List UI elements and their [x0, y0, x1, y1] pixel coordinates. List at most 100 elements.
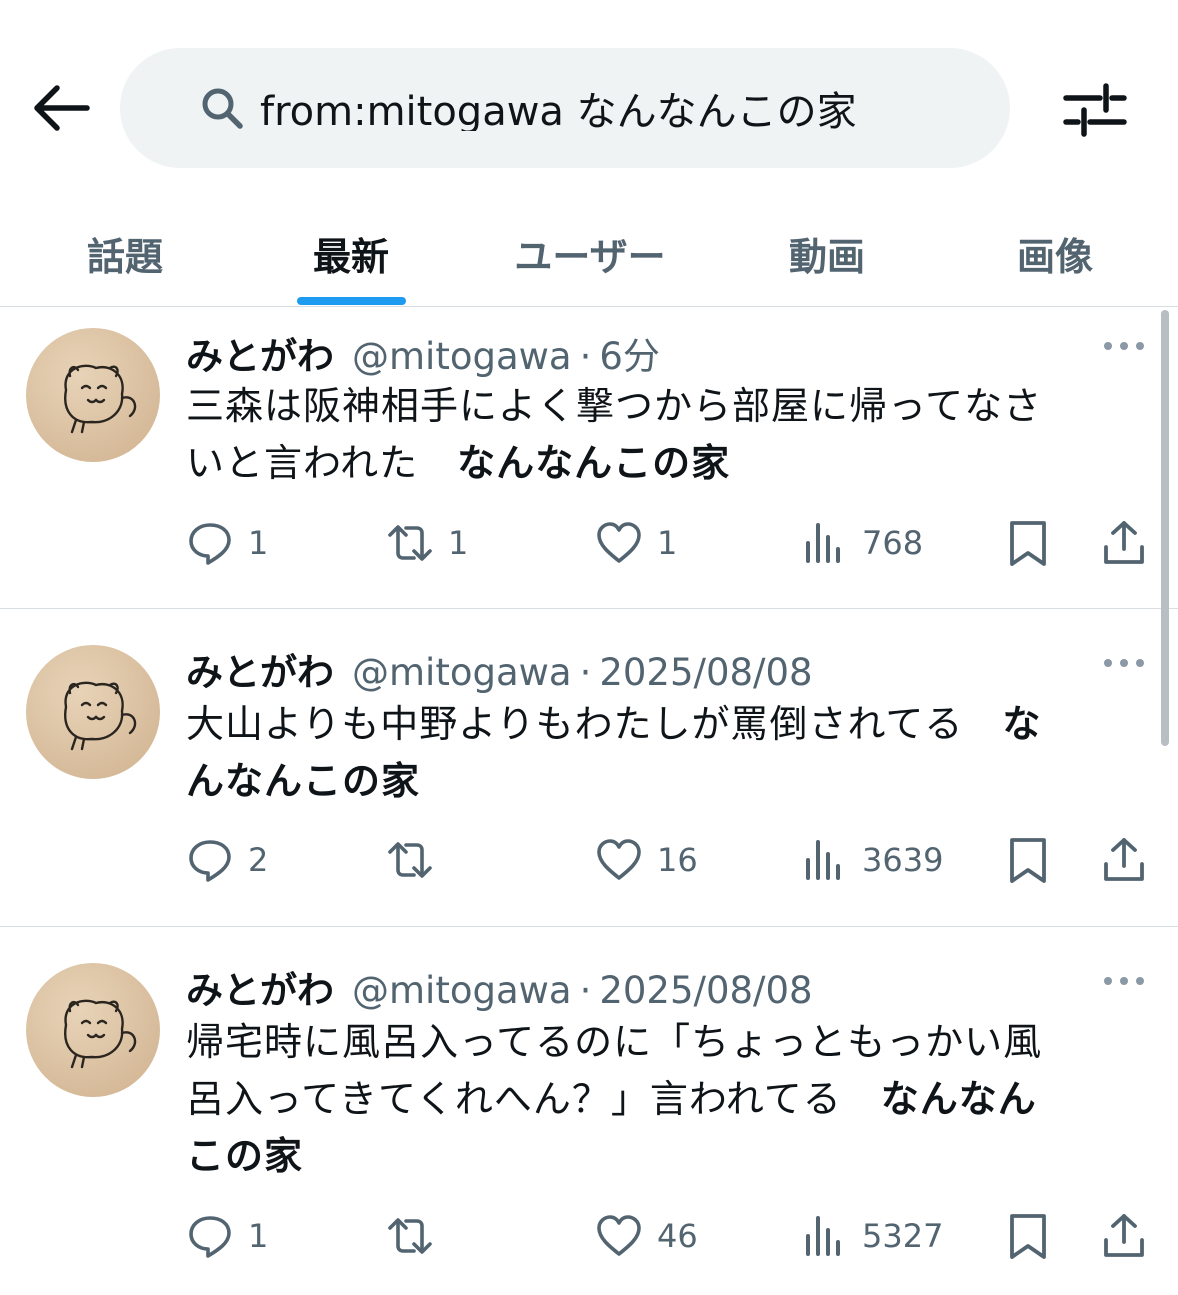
display-name[interactable]: みとがわ [186, 642, 334, 696]
more-options-button[interactable] [1100, 331, 1148, 361]
search-input[interactable] [260, 85, 980, 131]
reply-icon [189, 1216, 231, 1258]
views-chart-icon [806, 523, 840, 563]
filter-sliders-icon [1063, 83, 1127, 137]
tab-topics[interactable]: 話題 [20, 200, 230, 306]
tweet-text-line: 三森は阪神相手によく撃つから部屋に帰ってなさ [186, 378, 1116, 435]
retweet-button[interactable]: 1 [386, 513, 468, 573]
handle[interactable]: @mitogawa [352, 335, 572, 378]
reply-count: 1 [248, 1217, 269, 1255]
highlight-text: なんなんこの家 [457, 441, 731, 485]
reply-button[interactable]: 2 [186, 830, 268, 890]
avatar-drawing [64, 999, 137, 1069]
like-count: 1 [657, 524, 678, 562]
tweet-text-line: この家 [186, 1128, 1116, 1185]
search-icon [202, 88, 243, 129]
tweet-text-span: 大山よりも中野よりもわたしが罵倒されてる [186, 702, 1003, 746]
heart-icon [597, 839, 641, 880]
reply-button[interactable]: 1 [186, 1206, 268, 1266]
bookmark-icon [1010, 1214, 1046, 1259]
search-box[interactable] [120, 48, 1010, 168]
more-options-button[interactable] [1100, 966, 1148, 996]
scrollbar[interactable] [1161, 310, 1169, 746]
tweet-text-span: 呂入ってきてくれへん？」言われてる [186, 1077, 881, 1121]
avatar[interactable] [26, 328, 160, 462]
views-chart-icon [806, 840, 840, 880]
share-icon [1104, 521, 1144, 564]
like-button[interactable]: 16 [595, 830, 698, 890]
timestamp[interactable]: 6分 [599, 326, 660, 380]
search-tabs: 話題 最新 ユーザー 動画 画像 [0, 200, 1178, 307]
highlight-text: なんなん [880, 1077, 1037, 1121]
tweet-header: みとがわ @mitogawa · 6分 [186, 326, 660, 378]
separator-dot: · [579, 651, 592, 694]
heart-icon [597, 522, 641, 563]
views-button[interactable]: 3639 [800, 830, 943, 890]
tweet-header: みとがわ @mitogawa · 2025/08/08 [186, 642, 813, 694]
bookmark-button[interactable] [1004, 830, 1052, 890]
tweet-text-line: 大山よりも中野よりもわたしが罵倒されてる な [186, 696, 1116, 753]
top-bar [0, 0, 1178, 200]
view-count: 3639 [862, 841, 944, 879]
tweet[interactable]: みとがわ @mitogawa · 6分 三森は阪神相手によく撃つから部屋に帰って… [0, 308, 1178, 609]
more-dot-icon [1120, 977, 1128, 985]
more-dot-icon [1136, 977, 1144, 985]
timestamp[interactable]: 2025/08/08 [599, 651, 812, 694]
reply-icon [189, 840, 231, 882]
like-button[interactable]: 1 [595, 513, 677, 573]
more-dot-icon [1104, 659, 1112, 667]
tweet[interactable]: みとがわ @mitogawa · 2025/08/08 帰宅時に風呂入ってるのに… [0, 928, 1178, 1295]
more-options-button[interactable] [1100, 648, 1148, 678]
highlight-text: この家 [186, 1134, 304, 1178]
retweet-button[interactable] [386, 1206, 448, 1266]
reply-count: 2 [248, 841, 269, 879]
retweet-icon [388, 842, 432, 878]
display-name[interactable]: みとがわ [186, 960, 334, 1014]
like-button[interactable]: 46 [595, 1206, 698, 1266]
timestamp[interactable]: 2025/08/08 [599, 969, 812, 1012]
avatar-drawing [64, 681, 137, 751]
tab-latest[interactable]: 最新 [246, 200, 456, 306]
more-dot-icon [1104, 342, 1112, 350]
avatar[interactable] [26, 963, 160, 1097]
tweet-actions: 1 46 5327 [0, 1206, 1178, 1266]
share-button[interactable] [1100, 1206, 1148, 1266]
tweet-text-line: 呂入ってきてくれへん？」言われてる なんなん [186, 1071, 1116, 1128]
handle[interactable]: @mitogawa [352, 969, 572, 1012]
more-dot-icon [1104, 977, 1112, 985]
separator-dot: · [579, 969, 592, 1012]
retweet-icon [388, 525, 432, 561]
highlight-text: な [1002, 702, 1042, 746]
view-count: 5327 [862, 1217, 944, 1255]
tweet[interactable]: みとがわ @mitogawa · 2025/08/08 大山よりも中野よりもわた… [0, 610, 1178, 927]
retweet-icon [388, 1218, 432, 1254]
avatar-drawing [64, 364, 137, 434]
heart-icon [597, 1215, 641, 1256]
avatar[interactable] [26, 645, 160, 779]
bookmark-button[interactable] [1004, 513, 1052, 573]
handle[interactable]: @mitogawa [352, 651, 572, 694]
views-button[interactable]: 768 [800, 513, 923, 573]
share-button[interactable] [1100, 830, 1148, 890]
tweet-text: 三森は阪神相手によく撃つから部屋に帰ってなさ いと言われた なんなんこの家 [186, 378, 1116, 492]
more-dot-icon [1120, 659, 1128, 667]
share-button[interactable] [1100, 513, 1148, 573]
more-dot-icon [1120, 342, 1128, 350]
reply-button[interactable]: 1 [186, 513, 268, 573]
retweet-button[interactable] [386, 830, 448, 890]
filter-button[interactable] [1062, 80, 1128, 140]
bookmark-button[interactable] [1004, 1206, 1052, 1266]
tweet-text-line: んなんこの家 [186, 753, 1116, 810]
back-arrow-icon [34, 85, 90, 131]
reply-icon [189, 523, 231, 565]
display-name[interactable]: みとがわ [186, 326, 334, 380]
like-count: 16 [657, 841, 698, 879]
tweet-text: 帰宅時に風呂入ってるのに「ちょっともっかい風 呂入ってきてくれへん？」言われてる… [186, 1014, 1116, 1185]
tweet-text: 大山よりも中野よりもわたしが罵倒されてる な んなんこの家 [186, 696, 1116, 810]
tab-images[interactable]: 画像 [950, 200, 1160, 306]
tab-users[interactable]: ユーザー [470, 200, 710, 306]
tab-videos[interactable]: 動画 [722, 200, 932, 306]
views-button[interactable]: 5327 [800, 1206, 943, 1266]
back-button[interactable] [26, 72, 96, 144]
bookmark-icon [1010, 838, 1046, 883]
